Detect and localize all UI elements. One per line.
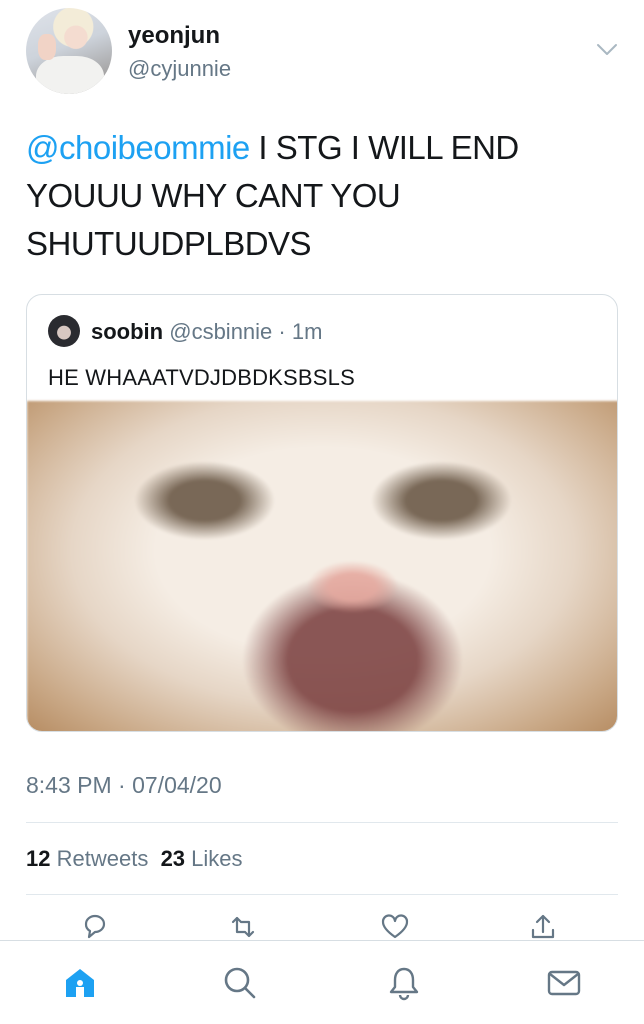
likes-count: 23 [160, 846, 186, 871]
retweets-stat[interactable]: 12 Retweets [26, 846, 148, 871]
quoted-avatar [48, 315, 80, 347]
author-name[interactable]: yeonjun [128, 22, 220, 50]
tweet-timestamp: 8:43 PM · 07/04/20 [26, 772, 222, 798]
home-icon[interactable] [62, 965, 98, 1001]
retweets-label: Retweets [56, 846, 149, 871]
author-avatar[interactable] [26, 8, 112, 94]
avatar-hand [38, 34, 56, 60]
retweet-icon[interactable] [228, 912, 258, 942]
bottom-tab-bar [0, 940, 644, 1024]
messages-icon[interactable] [546, 965, 582, 1001]
likes-label: Likes [191, 846, 243, 871]
tweet-text: @choibeommie I STG I WILL END YOUUU WHY … [26, 124, 616, 268]
quoted-header: soobin @csbinnie · 1m [91, 319, 322, 345]
quoted-image[interactable] [27, 401, 617, 731]
quoted-tweet[interactable]: soobin @csbinnie · 1m HE WHAAATVDJDBDKSB… [26, 294, 618, 732]
mention-link[interactable]: @choibeommie [26, 129, 250, 166]
chevron-down-icon[interactable] [596, 40, 618, 58]
retweets-count: 12 [26, 846, 51, 871]
likes-stat[interactable]: 23 Likes [161, 846, 243, 871]
search-icon[interactable] [222, 965, 258, 1001]
tweet-stats: 12 Retweets 23 Likes [26, 846, 243, 872]
author-handle[interactable]: @cyjunnie [128, 56, 231, 82]
share-icon[interactable] [528, 912, 558, 942]
like-icon[interactable] [380, 912, 410, 942]
avatar-body [36, 56, 104, 94]
divider [26, 822, 618, 823]
reply-icon[interactable] [80, 912, 110, 942]
quoted-author-handle: @csbinnie [169, 319, 273, 344]
divider [26, 894, 618, 895]
quoted-text: HE WHAAATVDJDBDKSBSLS [48, 365, 355, 390]
quoted-author-name: soobin [91, 319, 164, 344]
quoted-age: · 1m [272, 319, 323, 344]
notifications-icon[interactable] [386, 965, 422, 1001]
